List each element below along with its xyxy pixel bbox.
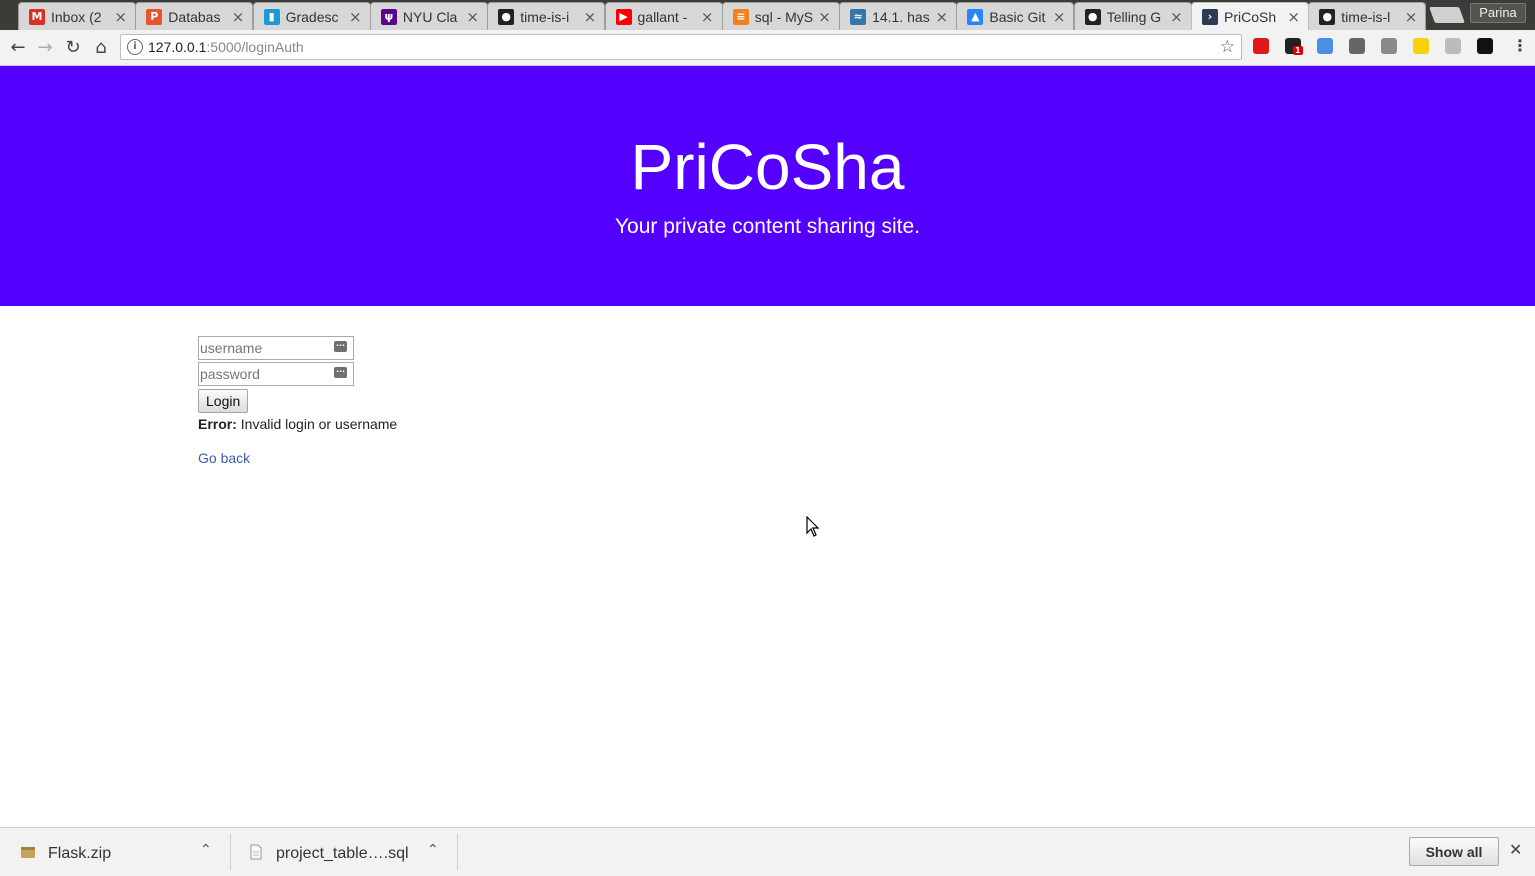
browser-menu-icon[interactable]: ⋮ [1512, 36, 1528, 55]
download-shelf: Flask.zip ⌃ project_table….sql ⌃ Show al… [0, 827, 1535, 876]
clipboard-extension-icon[interactable] [1349, 38, 1365, 54]
url-path: :5000/loginAuth [206, 39, 304, 55]
show-all-downloads-button[interactable]: Show all [1409, 837, 1499, 866]
username-input[interactable] [199, 337, 330, 359]
go-back-link[interactable]: Go back [198, 450, 250, 466]
back-arrow-icon[interactable]: ← [7, 37, 29, 59]
browser-tab[interactable]: ≈14.1. has × [839, 2, 958, 30]
youtube-icon: ▶ [615, 9, 632, 25]
tab-title: gallant - [637, 9, 688, 25]
url-host: 127.0.0.1 [148, 39, 207, 55]
close-tab-icon[interactable]: × [349, 8, 362, 26]
close-tab-icon[interactable]: × [114, 8, 127, 26]
tab-title: Basic Git [989, 9, 1046, 25]
divider [457, 834, 458, 870]
tab-title: sql - MyS [754, 9, 814, 25]
tab-title: time-is-l [1341, 9, 1391, 25]
browser-tab[interactable]: P Databas × [135, 2, 254, 30]
error-message: Error: Invalid login or username [198, 416, 397, 432]
browser-tab[interactable]: ψ NYU Cla × [369, 2, 488, 30]
opera-icon[interactable] [1253, 38, 1269, 54]
keypass-icon[interactable]: ··· [334, 341, 347, 352]
tab-title: Gradesc [285, 9, 339, 25]
forward-arrow-icon[interactable]: → [34, 37, 56, 59]
close-icon[interactable]: ✕ [1509, 840, 1522, 859]
tab-title: Databas [168, 9, 221, 25]
tab-title: NYU Cla [402, 9, 458, 25]
browser-tab[interactable]: ▶ gallant - × [604, 2, 723, 30]
badge-extension-icon[interactable]: 1 [1285, 38, 1303, 55]
terminal-icon: › [1202, 9, 1218, 25]
extension-badge: 1 [1293, 46, 1303, 55]
gmail-icon: M [29, 9, 45, 25]
chevron-up-icon[interactable]: ⌃ [427, 842, 439, 858]
url-text[interactable]: 127.0.0.1:5000/loginAuth [148, 39, 304, 55]
home-icon[interactable]: ⌂ [90, 37, 112, 59]
browser-tab[interactable]: ● time-is-i × [487, 2, 606, 30]
site-title: PriCoSha [630, 131, 905, 203]
password-input[interactable] [199, 363, 330, 385]
close-tab-icon[interactable]: × [466, 8, 479, 26]
site-header: PriCoSha Your private content sharing si… [0, 66, 1535, 306]
tab-title: PriCoSh [1224, 9, 1277, 25]
github-icon: ● [1319, 9, 1336, 25]
keypass-icon[interactable]: ··· [334, 367, 347, 378]
tab-title: Telling G [1106, 9, 1162, 25]
browser-tab-strip: M Inbox (2 × P Databas × ▮ Gradesc × ψ NYU Cla × ● ti… [0, 0, 1535, 30]
atlassian-icon: ▲ [967, 9, 984, 25]
compass-extension-icon[interactable] [1317, 38, 1333, 54]
new-tab-button[interactable] [1429, 7, 1465, 23]
sql-file-icon [250, 844, 262, 860]
browser-tab[interactable]: ● time-is-l × [1308, 2, 1427, 30]
chevron-up-icon[interactable]: ⌃ [200, 842, 212, 858]
close-tab-icon[interactable]: × [232, 8, 245, 26]
close-tab-icon[interactable]: × [584, 8, 597, 26]
close-tab-icon[interactable]: × [701, 8, 714, 26]
d-extension-icon[interactable] [1477, 38, 1493, 54]
github-icon: ● [1084, 9, 1101, 25]
zip-archive-icon [21, 847, 35, 858]
close-tab-icon[interactable]: × [818, 8, 831, 26]
github-icon: ● [498, 9, 515, 25]
camera-extension-icon[interactable] [1381, 38, 1397, 54]
info-icon[interactable]: i [127, 39, 143, 55]
yellow-extension-icon[interactable] [1413, 38, 1429, 54]
close-tab-icon[interactable]: × [1170, 8, 1183, 26]
username-field[interactable]: ··· [198, 336, 354, 360]
bar-chart-icon: ▮ [263, 9, 280, 25]
python-icon: ≈ [850, 9, 867, 25]
browser-tab[interactable]: ≡ sql - MyS × [721, 2, 840, 30]
profile-button[interactable]: Parina [1470, 3, 1526, 23]
download-filename: Flask.zip [48, 845, 112, 862]
site-tagline: Your private content sharing site. [614, 215, 921, 238]
pdf-icon: P [146, 9, 163, 25]
tab-title: Inbox (2 [51, 9, 102, 25]
password-field[interactable]: ··· [198, 362, 354, 386]
nyu-icon: ψ [380, 9, 397, 25]
browser-tab[interactable]: M Inbox (2 × [18, 2, 136, 30]
address-bar[interactable]: i 127.0.0.1:5000/loginAuth ☆ [120, 34, 1242, 60]
browser-tab[interactable]: ▮ Gradesc × [252, 2, 371, 30]
close-tab-icon[interactable]: × [1053, 8, 1066, 26]
grey-extension-icon[interactable] [1445, 38, 1461, 54]
close-tab-icon[interactable]: × [936, 8, 949, 26]
tab-title: 14.1. has [872, 9, 930, 25]
login-button[interactable]: Login [198, 389, 249, 413]
download-item[interactable]: Flask.zip ⌃ [0, 828, 230, 876]
error-label: Error: [198, 416, 237, 432]
download-filename: project_table….sql [276, 845, 409, 862]
stackoverflow-icon: ≡ [732, 9, 749, 25]
browser-tab[interactable]: › PriCoSh × [1191, 2, 1309, 30]
bookmark-star-icon[interactable]: ☆ [1220, 37, 1235, 57]
mouse-cursor-icon [806, 516, 820, 537]
reload-icon[interactable]: ↻ [62, 37, 84, 59]
browser-tab[interactable]: ▲ Basic Git × [956, 2, 1075, 30]
browser-tab[interactable]: ● Telling G × [1073, 2, 1192, 30]
error-text: Invalid login or username [236, 416, 398, 432]
browser-toolbar: ← → ↻ ⌂ i 127.0.0.1:5000/loginAuth ☆ 1 ⋮ [0, 30, 1535, 66]
tab-title: time-is-i [520, 9, 570, 25]
download-item[interactable]: project_table….sql ⌃ [231, 828, 457, 876]
close-tab-icon[interactable]: × [1287, 8, 1300, 26]
close-tab-icon[interactable]: × [1405, 8, 1418, 26]
